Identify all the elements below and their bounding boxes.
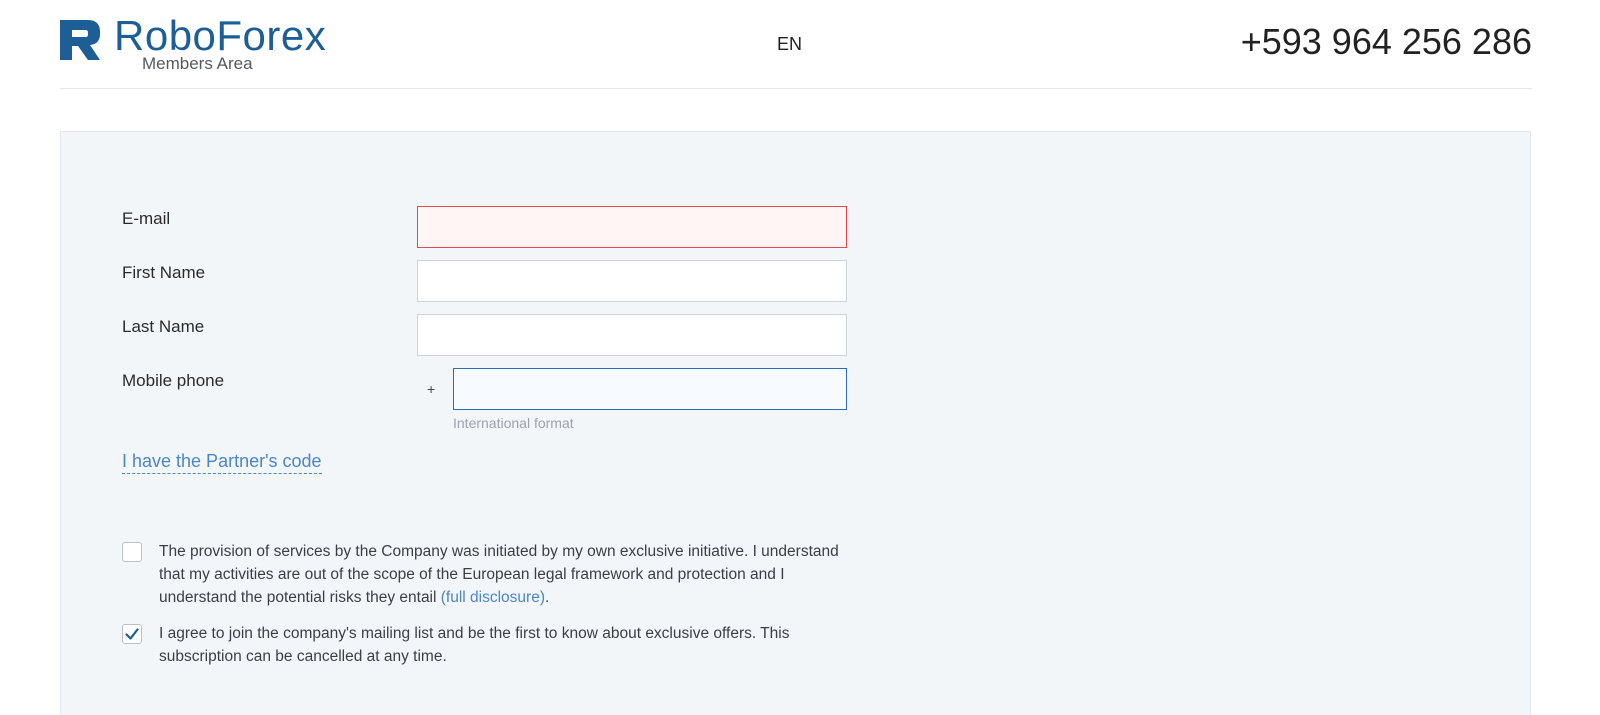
- language-selector[interactable]: EN: [777, 33, 802, 55]
- email-label: E-mail: [122, 209, 171, 228]
- mobile-phone-label: Mobile phone: [122, 371, 225, 390]
- mailing-list-text: I agree to join the company's mailing li…: [159, 625, 790, 665]
- checkmark-icon: [125, 628, 139, 640]
- mobile-phone-row: Mobile phone + International format: [122, 368, 852, 438]
- email-input[interactable]: [417, 206, 847, 248]
- risk-disclosure-end: .: [545, 589, 550, 606]
- first-name-row: First Name: [122, 260, 852, 302]
- support-phone: +593 964 256 286: [1240, 21, 1532, 62]
- email-row: E-mail: [122, 206, 852, 248]
- partner-code-link[interactable]: I have the Partner's code: [122, 449, 322, 474]
- roboforex-logo-icon: [60, 20, 100, 60]
- consent-row-risk: The provision of services by the Company…: [122, 540, 882, 612]
- risk-disclosure-checkbox[interactable]: [122, 542, 142, 562]
- last-name-input[interactable]: [417, 314, 847, 356]
- phone-format-hint: International format: [453, 415, 574, 431]
- header: RoboForex Members Area EN +593 964 256 2…: [60, 0, 1532, 89]
- last-name-row: Last Name: [122, 314, 852, 356]
- first-name-input[interactable]: [417, 260, 847, 302]
- mobile-phone-input[interactable]: [453, 368, 847, 410]
- consent-row-mailing: I agree to join the company's mailing li…: [122, 622, 882, 670]
- logo-link[interactable]: RoboForex Members Area: [60, 12, 340, 76]
- logo-subtitle: Members Area: [142, 54, 253, 73]
- last-name-label: Last Name: [122, 317, 205, 336]
- mailing-list-checkbox[interactable]: [122, 624, 142, 644]
- full-disclosure-link[interactable]: (full disclosure): [441, 589, 545, 606]
- registration-form: E-mail First Name Last Name Mobile phone…: [60, 131, 1531, 715]
- phone-prefix: +: [427, 381, 436, 397]
- risk-disclosure-text: The provision of services by the Company…: [159, 540, 859, 609]
- registration-page: RoboForex Members Area EN +593 964 256 2…: [0, 0, 1600, 715]
- first-name-label: First Name: [122, 263, 206, 282]
- logo-text: RoboForex: [114, 12, 327, 59]
